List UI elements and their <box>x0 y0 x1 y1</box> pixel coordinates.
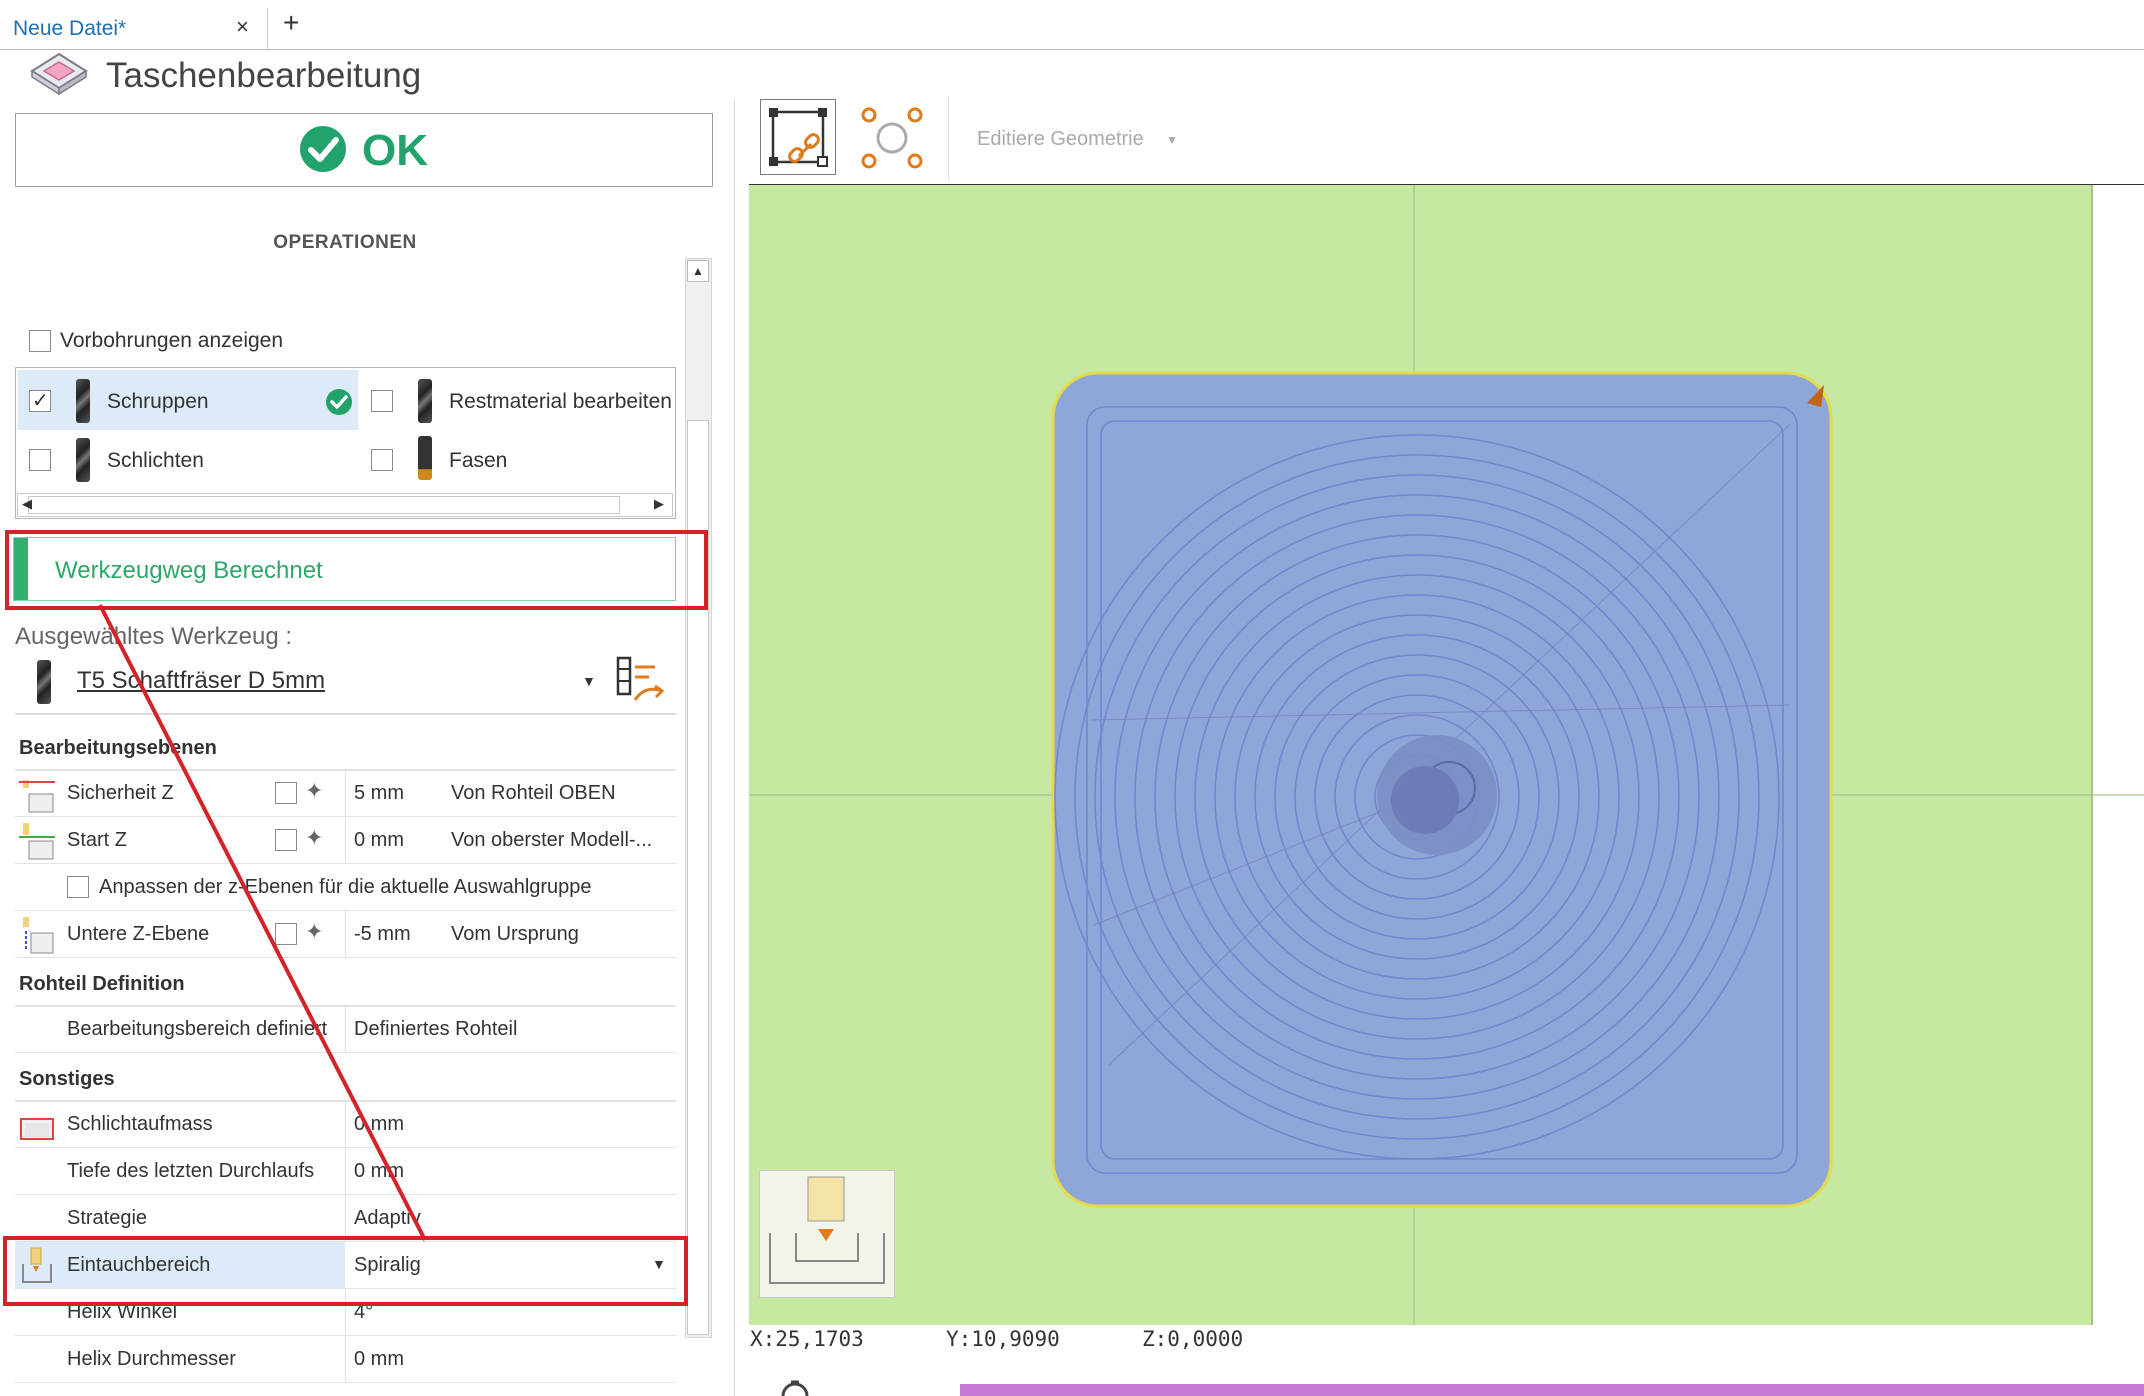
edit-geometry-label[interactable]: Editiere Geometrie <box>977 128 1144 151</box>
plunge-preview-icon <box>769 1176 885 1284</box>
toolbar-separator <box>948 96 949 180</box>
simulation-progress-bar[interactable] <box>960 1384 2144 1396</box>
tool-preview-widget[interactable] <box>759 1170 895 1298</box>
select-geometry-button[interactable] <box>760 99 836 175</box>
annotation-arrow-line <box>98 604 427 1241</box>
coord-x: X:25,1703 <box>750 1327 864 1351</box>
timer-icon <box>781 1380 809 1396</box>
point-cloud-icon[interactable] <box>857 103 927 173</box>
chain-select-icon <box>769 108 828 167</box>
cam-viewport[interactable] <box>749 185 2144 1325</box>
panel-divider[interactable] <box>734 100 735 1396</box>
chevron-down-icon[interactable]: ▼ <box>1166 133 1178 147</box>
coord-z: Z:0,0000 <box>1142 1327 1244 1351</box>
coord-y: Y:10,9090 <box>946 1327 1060 1351</box>
